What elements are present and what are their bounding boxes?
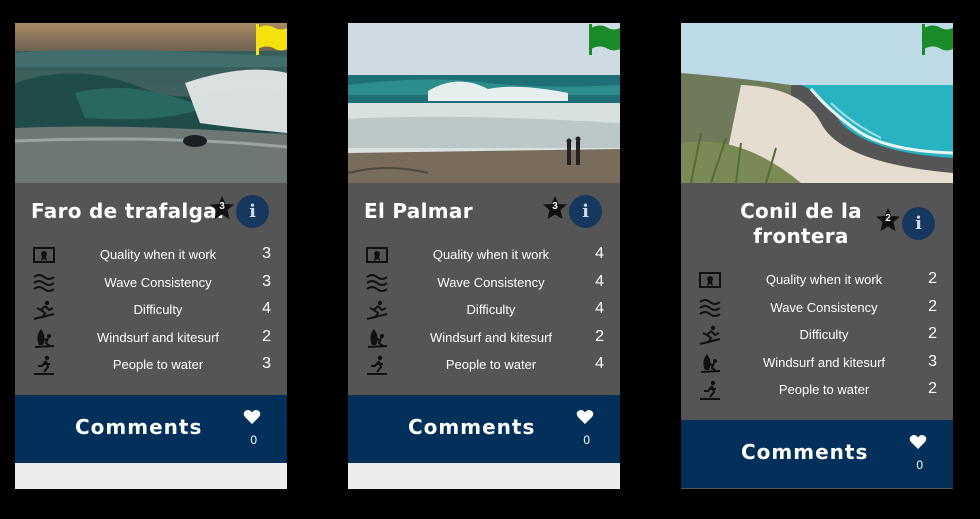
stat-row: Windsurf and kitesurf 3 [681,350,953,378]
flag-icon [256,24,287,55]
stat-value: 3 [262,355,271,372]
stat-row: Quality when it work 2 [681,267,953,295]
stat-row: Quality when it work 4 [348,242,620,270]
spot-photo [681,23,953,183]
comments-button[interactable]: Comments [741,440,868,464]
stat-row: Wave Consistency 4 [348,270,620,298]
stat-value: 2 [928,297,937,315]
spot-title: Conil de la frontera [740,199,862,248]
stat-value: 2 [928,325,937,342]
stat-row: Windsurf and kitesurf 2 [15,325,287,353]
stat-value: 4 [595,355,604,372]
info-button[interactable]: i [236,195,269,228]
stat-label: Wave Consistency [104,274,212,290]
stat-label: Difficulty [466,302,516,317]
comments-button[interactable]: Comments [408,415,535,439]
comments-bar[interactable]: Comments 0 [681,420,953,488]
rating-star-icon: 2 [875,207,901,233]
surfer-icon [366,300,388,320]
stat-value: 2 [928,380,937,397]
stat-row: People to water 2 [681,377,953,405]
award-icon [366,247,388,263]
stat-label: Windsurf and kitesurf [429,329,553,345]
people-icon [34,355,54,375]
stat-row: People to water 4 [348,352,620,380]
stat-row: Quality when it work 3 [15,242,287,270]
windsurf-icon [367,328,388,348]
stat-value: 4 [595,300,604,317]
stat-label: Windsurf and kitesurf [762,354,886,370]
waves-icon [366,273,388,292]
stat-label: Difficulty [133,302,183,317]
stat-value: 4 [595,272,604,290]
stat-row: Wave Consistency 3 [15,270,287,298]
stat-value: 2 [262,327,271,345]
award-icon [699,272,721,288]
spot-card[interactable]: Conil de la frontera 2 i Quality when it… [681,23,953,489]
stat-value: 2 [928,270,937,287]
stat-label: Quality when it work [765,272,883,287]
spot-photo [15,23,287,183]
rating-value: 3 [219,201,225,212]
stat-row: Wave Consistency 2 [681,295,953,323]
spot-card[interactable]: El Palmar 3 i Quality when it work 4 Wav… [348,23,620,489]
stat-row: Difficulty 2 [681,322,953,350]
windsurf-icon [700,353,721,373]
info-button[interactable]: i [902,207,935,240]
stat-label: Wave Consistency [437,274,545,290]
info-button[interactable]: i [569,195,602,228]
spot-title: Faro de trafalgar [31,199,228,223]
stat-value: 4 [595,245,604,262]
stat-value: 3 [262,245,271,262]
stat-value: 3 [928,352,937,370]
stat-value: 4 [262,300,271,317]
stat-value: 2 [595,327,604,345]
people-icon [367,355,387,375]
stat-label: Quality when it work [99,247,217,262]
rating-value: 3 [552,201,558,212]
heart-icon[interactable] [576,409,594,425]
likes-count: 0 [916,458,923,472]
waves-icon [33,273,55,292]
flag-icon [589,24,620,55]
stat-row: Difficulty 4 [15,297,287,325]
likes-count: 0 [583,433,590,447]
card-bottom [348,463,620,489]
rating-star-icon: 3 [542,195,568,221]
stat-label: People to water [112,357,204,372]
surfer-icon [699,325,721,345]
stat-label: People to water [778,382,870,397]
spot-card[interactable]: Faro de trafalgar 3 i Quality when it wo… [15,23,287,489]
spot-title: El Palmar [364,199,473,223]
heart-icon[interactable] [243,409,261,425]
people-icon [700,380,720,400]
waves-icon [699,298,721,317]
stat-label: Difficulty [799,327,849,342]
stat-label: Wave Consistency [770,299,878,315]
flag-icon [922,24,953,55]
stat-row: Difficulty 4 [348,297,620,325]
heart-icon[interactable] [909,434,927,450]
windsurf-icon [34,328,55,348]
stat-row: Windsurf and kitesurf 2 [348,325,620,353]
award-icon [33,247,55,263]
stat-value: 3 [262,272,271,290]
rating-star-icon: 3 [209,195,235,221]
surfer-icon [33,300,55,320]
likes-count: 0 [250,433,257,447]
stat-label: Windsurf and kitesurf [96,329,220,345]
spot-photo [348,23,620,183]
stat-row: People to water 3 [15,352,287,380]
stat-label: Quality when it work [432,247,550,262]
comments-button[interactable]: Comments [75,415,202,439]
comments-bar[interactable]: Comments 0 [348,395,620,463]
stat-label: People to water [445,357,537,372]
card-bottom [15,463,287,489]
comments-bar[interactable]: Comments 0 [15,395,287,463]
rating-value: 2 [885,213,891,224]
